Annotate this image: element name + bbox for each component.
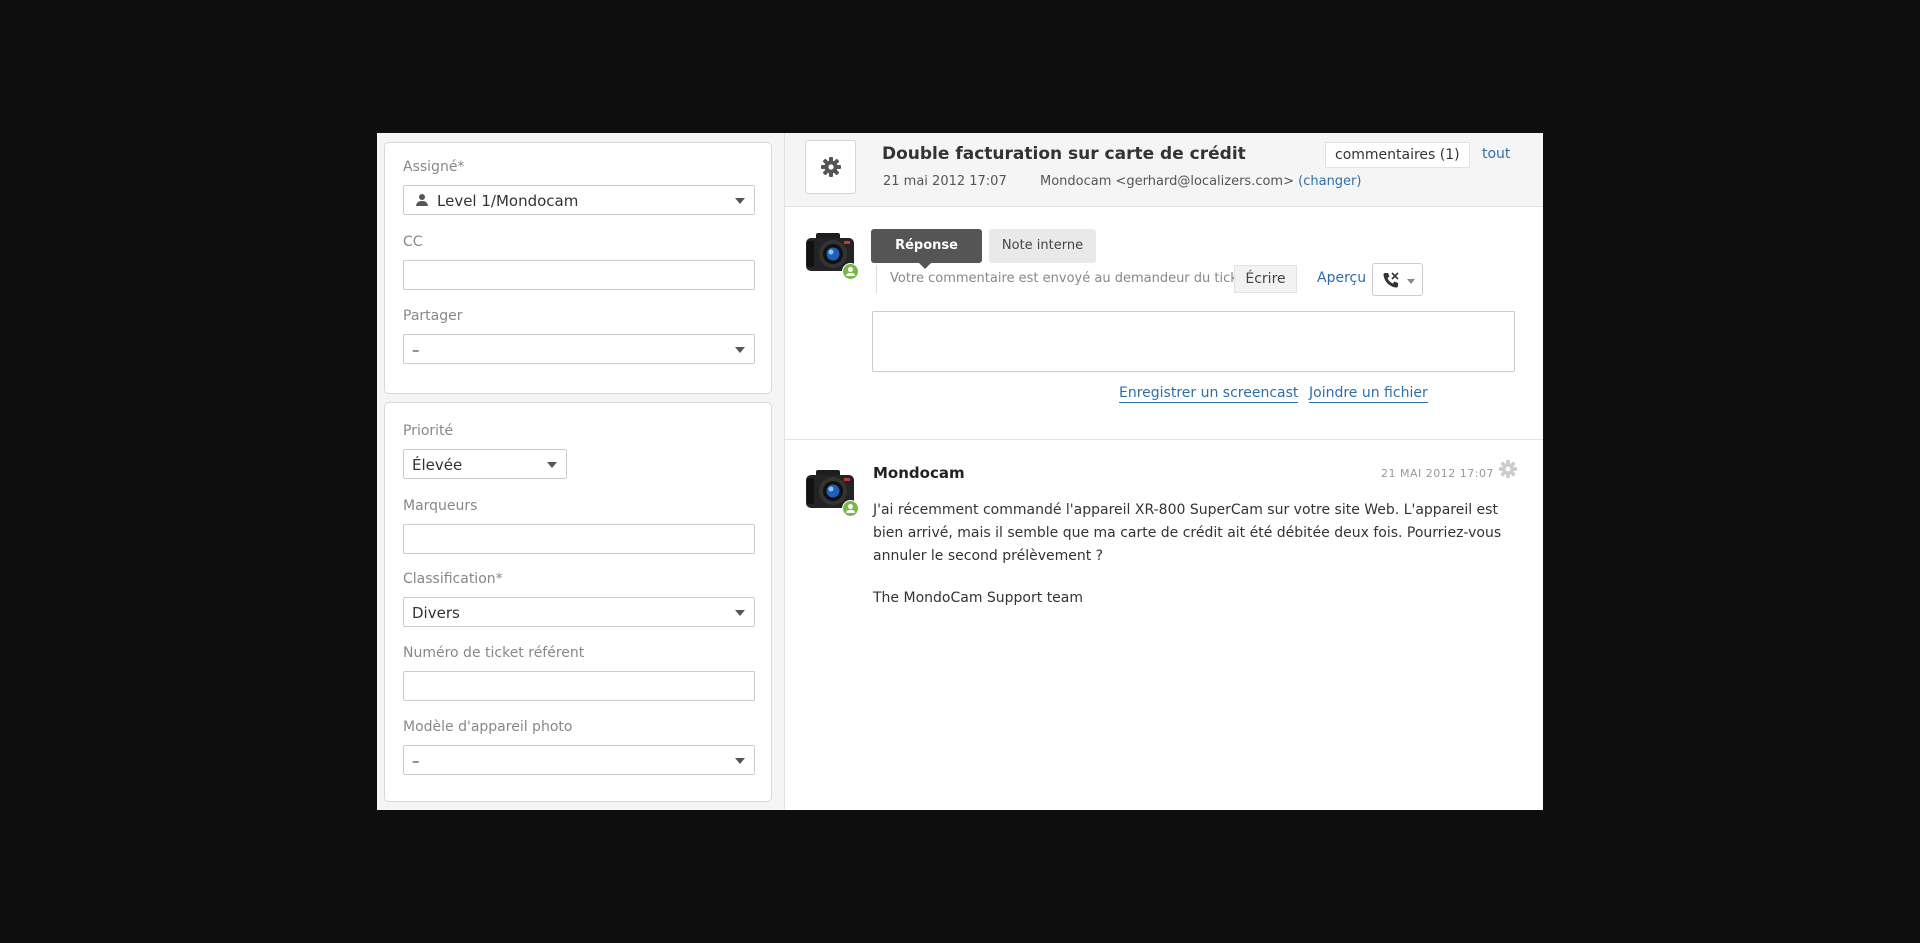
tags-label: Marqueurs: [403, 498, 478, 514]
caret-down-icon: [735, 758, 745, 764]
ticket-header: Double facturation sur carte de crédit 2…: [785, 133, 1543, 207]
priority-label: Priorité: [403, 423, 454, 439]
comment-body: J'ai récemment commandé l'appareil XR-80…: [873, 499, 1513, 610]
requester-line: Mondocam <gerhard@localizers.com> (chang…: [1040, 174, 1361, 189]
assignee-select[interactable]: Level 1/Mondocam: [403, 185, 755, 215]
camera-model-select[interactable]: –: [403, 745, 755, 775]
ticket-meta: 21 mai 2012 17:07 Mondocam <gerhard@loca…: [883, 174, 1361, 189]
tab-public-reply[interactable]: Réponse publique: [871, 229, 982, 287]
comment-textarea[interactable]: [872, 311, 1515, 372]
user-badge-icon: [842, 500, 859, 517]
share-value: –: [412, 341, 420, 359]
classification-label: Classification*: [403, 571, 503, 587]
caret-down-icon: [735, 198, 745, 204]
user-icon: [416, 194, 428, 207]
section-divider: [785, 439, 1543, 440]
assignee-label: Assigné*: [403, 159, 465, 175]
ticket-options-button[interactable]: [805, 140, 856, 194]
ref-ticket-input[interactable]: [403, 671, 755, 701]
caret-down-icon: [1407, 279, 1415, 284]
priority-select[interactable]: Élevée: [403, 449, 567, 479]
change-requester-link[interactable]: (changer): [1298, 174, 1361, 189]
share-select[interactable]: –: [403, 334, 755, 364]
tags-input[interactable]: [403, 524, 755, 554]
requester-avatar: [805, 464, 859, 517]
classification-select[interactable]: Divers: [403, 597, 755, 627]
preview-link[interactable]: Aperçu: [1317, 270, 1366, 286]
attach-file-link[interactable]: Joindre un fichier: [1309, 384, 1428, 403]
ticket-date: 21 mai 2012 17:07: [883, 174, 1007, 189]
requester: Mondocam <gerhard@localizers.com>: [1040, 174, 1294, 189]
ticket-properties-sidebar: Assigné* Level 1/Mondocam CC Partager – …: [377, 133, 785, 810]
composer-hint: Votre commentaire est envoyé au demandeu…: [876, 265, 1255, 293]
comment-date: 21 MAI 2012 17:07: [1381, 467, 1494, 480]
cc-input[interactable]: [403, 260, 755, 290]
gear-icon: [821, 157, 841, 177]
write-button[interactable]: Écrire: [1234, 265, 1297, 293]
record-screencast-link[interactable]: Enregistrer un screencast: [1119, 384, 1299, 403]
camera-model-value: –: [412, 752, 420, 770]
ticket-conversation: Double facturation sur carte de crédit 2…: [785, 133, 1543, 810]
ticket-title: Double facturation sur carte de crédit: [882, 144, 1246, 164]
comment-text: J'ai récemment commandé l'appareil XR-80…: [873, 502, 1502, 564]
comment-author: Mondocam: [873, 464, 965, 482]
phone-icon: [1383, 272, 1399, 288]
assignment-panel: Assigné* Level 1/Mondocam CC Partager –: [384, 142, 772, 394]
ref-ticket-label: Numéro de ticket référent: [403, 645, 585, 661]
caret-down-icon: [547, 462, 557, 468]
ticket-window: Assigné* Level 1/Mondocam CC Partager – …: [377, 133, 1543, 810]
assignee-value: Level 1/Mondocam: [437, 192, 579, 210]
agent-avatar: [805, 227, 859, 280]
caret-down-icon: [735, 610, 745, 616]
priority-value: Élevée: [412, 456, 463, 474]
call-menu-button[interactable]: [1372, 263, 1423, 296]
all-events-link[interactable]: tout: [1482, 146, 1510, 162]
cc-label: CC: [403, 234, 423, 250]
classification-value: Divers: [412, 604, 460, 622]
share-label: Partager: [403, 308, 463, 324]
ticket-fields-panel: Priorité Élevée Marqueurs Classification…: [384, 402, 772, 802]
comments-filter-button[interactable]: commentaires (1): [1325, 142, 1470, 168]
user-badge-icon: [842, 263, 859, 280]
gear-icon[interactable]: [1498, 459, 1518, 479]
tab-internal-note[interactable]: Note interne: [989, 229, 1096, 263]
camera-model-label: Modèle d'appareil photo: [403, 719, 573, 735]
comment-signature: The MondoCam Support team: [873, 590, 1084, 606]
caret-down-icon: [735, 347, 745, 353]
